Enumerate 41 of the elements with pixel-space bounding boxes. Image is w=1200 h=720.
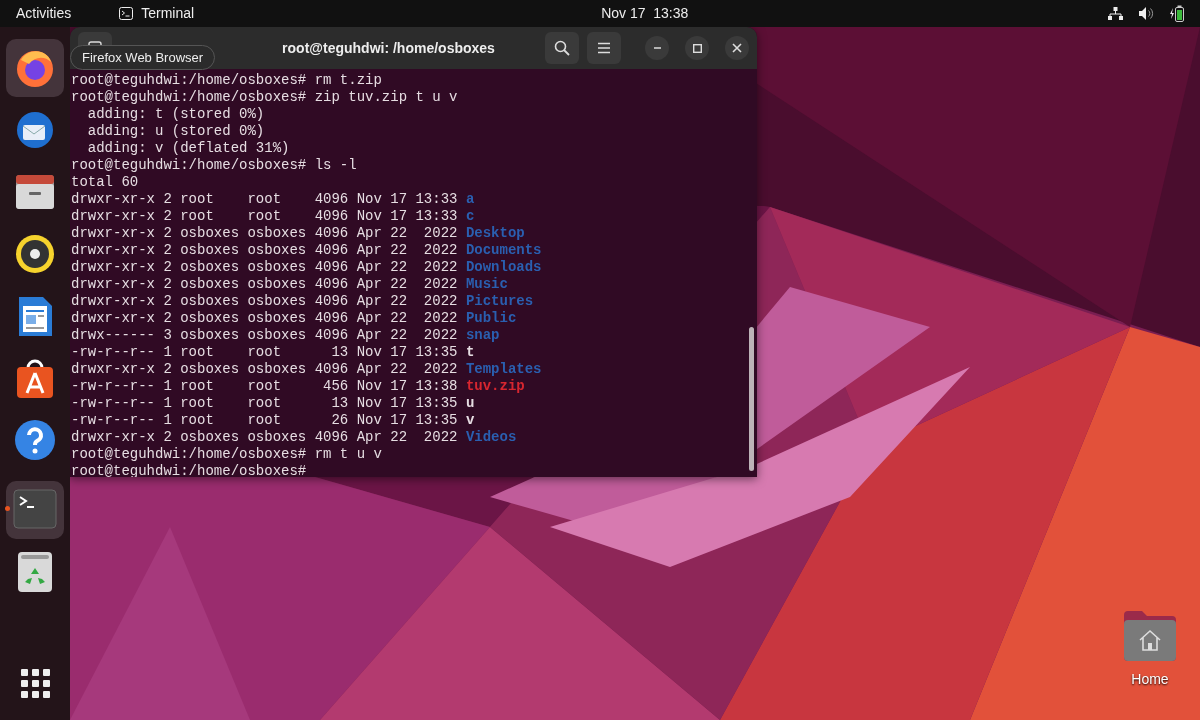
file-name: Music (465, 276, 508, 292)
file-name: tuv.zip (465, 378, 525, 394)
file-info: drwxr-xr-x 2 root root 4096 Nov 17 13:33 (71, 191, 458, 207)
terminal-line: root@teguhdwi:/home/osboxes# ls -l (71, 157, 357, 173)
file-info: -rw-r--r-- 1 root root 26 Nov 17 13:35 (71, 412, 458, 428)
terminal-line: root@teguhdwi:/home/osboxes# (71, 463, 307, 477)
file-info: drwxr-xr-x 2 osboxes osboxes 4096 Apr 22 2022 (71, 276, 458, 292)
file-info: drwxr-xr-x 2 osboxes osboxes 4096 Apr 22 2022 (71, 259, 458, 275)
file-info: drwxr-xr-x 2 osboxes osboxes 4096 Apr 22 2022 (71, 310, 458, 326)
terminal-line: adding: t (stored 0%) (86, 106, 265, 122)
tooltip: Firefox Web Browser (70, 45, 216, 70)
file-name: Templates (465, 361, 542, 377)
file-info: -rw-r--r-- 1 root root 456 Nov 17 13:38 (71, 378, 458, 394)
file-name: Desktop (465, 225, 525, 241)
terminal-line: root@teguhdwi:/home/osboxes# rm t u v (71, 446, 382, 462)
terminal-line: adding: u (stored 0%) (86, 123, 265, 139)
file-info: drwxr-xr-x 2 osboxes osboxes 4096 Apr 22 2022 (71, 361, 458, 377)
file-name: u (465, 395, 475, 411)
file-name: Downloads (465, 259, 542, 275)
file-info: drwx------ 3 osboxes osboxes 4096 Apr 22 2022 (71, 327, 458, 343)
file-name: v (465, 412, 475, 428)
file-name: Videos (465, 429, 517, 445)
file-info: drwxr-xr-x 2 osboxes osboxes 4096 Apr 22 2022 (71, 225, 458, 241)
file-name: t (465, 344, 475, 360)
window-title: root@teguhdwi: /home/osboxes (282, 38, 495, 58)
terminal-line: adding: v (deflated 31%) (86, 140, 290, 156)
file-name: snap (465, 327, 500, 343)
file-info: drwxr-xr-x 2 osboxes osboxes 4096 Apr 22 2022 (71, 242, 458, 258)
file-name: Public (465, 310, 517, 326)
terminal-line: root@teguhdwi:/home/osboxes# rm t.zip (71, 72, 382, 88)
file-info: -rw-r--r-- 1 root root 13 Nov 17 13:35 (71, 344, 458, 360)
file-name: Pictures (465, 293, 534, 309)
terminal-line: total 60 (71, 174, 139, 190)
file-name: a (465, 191, 475, 207)
file-name: Documents (465, 242, 542, 258)
file-info: drwxr-xr-x 2 osboxes osboxes 4096 Apr 22 2022 (71, 429, 458, 445)
file-info: -rw-r--r-- 1 root root 13 Nov 17 13:35 (71, 395, 458, 411)
file-name: c (465, 208, 475, 224)
terminal-line: root@teguhdwi:/home/osboxes# zip tuv.zip t u v (71, 89, 458, 105)
file-info: drwxr-xr-x 2 osboxes osboxes 4096 Apr 22 2022 (71, 293, 458, 309)
file-info: drwxr-xr-x 2 root root 4096 Nov 17 13:33 (71, 208, 458, 224)
